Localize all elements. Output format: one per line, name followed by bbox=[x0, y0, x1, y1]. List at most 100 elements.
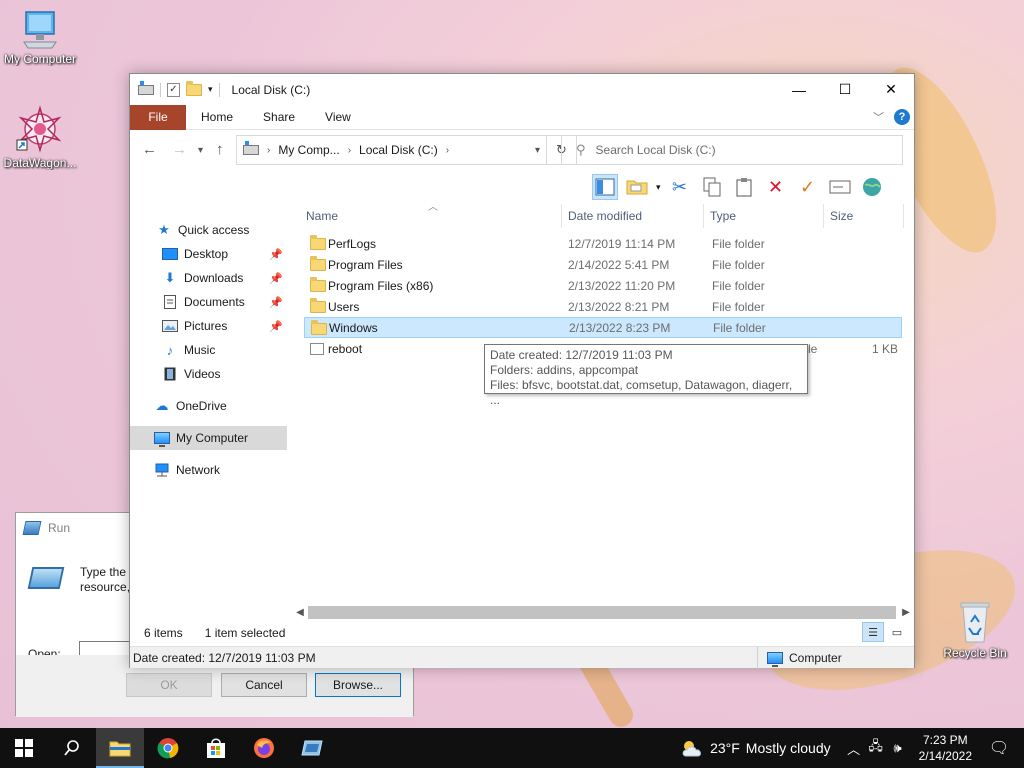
start-button[interactable] bbox=[0, 728, 48, 768]
preview-pane-icon[interactable] bbox=[592, 174, 618, 200]
sidebar-item-label: Documents bbox=[184, 295, 245, 309]
pin-icon[interactable]: 📌 bbox=[269, 248, 283, 261]
chevron-up-icon[interactable]: ︿ bbox=[843, 739, 865, 758]
view-buttons: ☰ ▭ bbox=[862, 622, 908, 642]
search-input[interactable]: ⚲ Search Local Disk (C:) bbox=[561, 135, 903, 165]
sidebar-item-music[interactable]: ♪ Music bbox=[130, 338, 287, 362]
rename-icon[interactable] bbox=[827, 174, 853, 200]
customize-toolbar-icon[interactable]: ▾ bbox=[208, 84, 213, 95]
pin-icon[interactable]: 📌 bbox=[269, 296, 283, 309]
breadcrumb-segment[interactable]: Local Disk (C:) bbox=[359, 143, 438, 157]
new-folder-icon[interactable] bbox=[186, 80, 202, 96]
sidebar-item-my-computer[interactable]: My Computer bbox=[130, 426, 287, 450]
sidebar-item-desktop[interactable]: Desktop 📌 bbox=[130, 242, 287, 266]
toolbar-separator bbox=[218, 82, 220, 97]
sidebar-item-downloads[interactable]: ⬇ Downloads 📌 bbox=[130, 266, 287, 290]
scrollbar-thumb[interactable] bbox=[308, 606, 896, 619]
file-row-selected[interactable]: Windows 2/13/2022 8:23 PM File folder bbox=[304, 317, 902, 338]
delete-icon[interactable]: ✕ bbox=[763, 174, 789, 200]
search-button[interactable] bbox=[48, 728, 96, 768]
pin-icon[interactable]: 📌 bbox=[269, 320, 283, 333]
recent-locations-icon[interactable]: ▾ bbox=[198, 145, 203, 156]
horizontal-scrollbar[interactable]: ◀ ▶ bbox=[292, 604, 914, 621]
pictures-icon bbox=[162, 319, 178, 333]
check-icon[interactable]: ✓ bbox=[795, 174, 821, 200]
help-icon[interactable]: ? bbox=[894, 109, 910, 125]
sidebar-item-pictures[interactable]: Pictures 📌 bbox=[130, 314, 287, 338]
network-tray-icon[interactable]: 🖧 bbox=[865, 737, 887, 759]
videos-icon bbox=[162, 367, 178, 381]
sidebar-item-onedrive[interactable]: ☁ OneDrive bbox=[130, 394, 287, 418]
paste-icon[interactable] bbox=[731, 174, 757, 200]
taskbar-store[interactable] bbox=[192, 728, 240, 768]
ok-button[interactable]: OK bbox=[126, 673, 212, 697]
cut-icon[interactable]: ✂ bbox=[667, 174, 693, 200]
scroll-right-icon[interactable]: ▶ bbox=[898, 604, 914, 621]
back-icon[interactable]: ← bbox=[142, 141, 157, 158]
notifications-icon[interactable]: 🗨 bbox=[988, 738, 1010, 758]
taskbar-firefox[interactable] bbox=[240, 728, 288, 768]
clock[interactable]: 7:23 PM 2/14/2022 bbox=[919, 732, 972, 764]
maximize-button[interactable]: ☐ bbox=[822, 74, 868, 105]
file-name: reboot bbox=[328, 341, 363, 356]
cancel-button[interactable]: Cancel bbox=[221, 673, 307, 697]
weather-widget[interactable]: 23°F Mostly cloudy bbox=[680, 738, 831, 758]
file-name: Users bbox=[328, 299, 360, 314]
up-icon[interactable]: ↑ bbox=[216, 141, 224, 158]
desktop-icon-recycle-bin[interactable]: Recycle Bin bbox=[935, 600, 1015, 660]
folder-tooltip: Date created: 12/7/2019 11:03 PM Folders… bbox=[484, 344, 808, 407]
scroll-left-icon[interactable]: ◀ bbox=[292, 604, 308, 621]
chevron-right-icon[interactable]: › bbox=[267, 145, 270, 156]
chevron-down-icon[interactable]: ▾ bbox=[535, 145, 540, 156]
file-explorer-window: ✓ ▾ Local Disk (C:) — ☐ ✕ File Home Shar… bbox=[129, 73, 915, 669]
taskbar-chrome[interactable] bbox=[144, 728, 192, 768]
minimize-button[interactable]: — bbox=[776, 74, 822, 105]
file-row[interactable]: PerfLogs 12/7/2019 11:14 PM File folder bbox=[304, 233, 902, 254]
breadcrumb-segment[interactable]: My Comp... bbox=[278, 143, 339, 157]
desktop-icon-datawagon[interactable]: DataWagon... bbox=[0, 104, 80, 170]
file-date: 2/14/2022 5:41 PM bbox=[568, 257, 670, 272]
column-header-date-modified[interactable]: Date modified bbox=[562, 204, 704, 228]
file-row[interactable]: Program Files (x86) 2/13/2022 11:20 PM F… bbox=[304, 275, 902, 296]
taskbar-file-explorer[interactable] bbox=[96, 728, 144, 768]
browse-button[interactable]: Browse... bbox=[315, 673, 401, 697]
desktop-icon-my-computer[interactable]: My Computer bbox=[0, 10, 80, 66]
forward-icon[interactable]: → bbox=[172, 141, 187, 158]
large-icons-view-icon[interactable]: ▭ bbox=[886, 622, 908, 642]
expand-ribbon-icon[interactable]: ﹀ bbox=[873, 109, 884, 125]
copy-icon[interactable] bbox=[699, 174, 725, 200]
address-bar[interactable]: › My Comp... › Local Disk (C:) › ▾ bbox=[236, 135, 547, 165]
tab-view[interactable]: View bbox=[310, 105, 366, 130]
chrome-icon bbox=[157, 738, 179, 759]
sidebar-item-documents[interactable]: Documents 📌 bbox=[130, 290, 287, 314]
column-header-type[interactable]: Type bbox=[704, 204, 824, 228]
file-row[interactable]: Users 2/13/2022 8:21 PM File folder bbox=[304, 296, 902, 317]
run-dialog-title: Run bbox=[48, 521, 71, 535]
details-view-icon[interactable]: ☰ bbox=[862, 622, 884, 642]
pin-icon[interactable]: 📌 bbox=[269, 272, 283, 285]
music-icon: ♪ bbox=[166, 342, 174, 358]
tab-home[interactable]: Home bbox=[186, 105, 248, 130]
taskbar-run[interactable] bbox=[288, 728, 336, 768]
properties-icon[interactable]: ✓ bbox=[167, 82, 180, 97]
layout-icon[interactable] bbox=[624, 174, 650, 200]
sidebar-item-network[interactable]: Network bbox=[130, 458, 287, 482]
explorer-titlebar[interactable]: ✓ ▾ Local Disk (C:) — ☐ ✕ bbox=[130, 74, 914, 105]
tab-file[interactable]: File bbox=[130, 104, 186, 130]
sidebar-item-videos[interactable]: Videos bbox=[130, 362, 287, 386]
sidebar-item-quick-access[interactable]: ★ Quick access bbox=[130, 218, 287, 242]
chevron-right-icon[interactable]: › bbox=[446, 145, 449, 156]
volume-icon[interactable]: 🕪 bbox=[887, 740, 909, 756]
tooltip-line: Files: bfsvc, bootstat.dat, comsetup, Da… bbox=[490, 378, 793, 407]
status-bar: 6 items 1 item selected bbox=[130, 622, 914, 644]
column-header-size[interactable]: Size bbox=[824, 204, 904, 228]
globe-icon[interactable] bbox=[859, 174, 885, 200]
file-size: 1 KB bbox=[871, 341, 898, 356]
column-header-name[interactable]: Name bbox=[300, 204, 562, 228]
details-bar: Date created: 12/7/2019 11:03 PM Compute… bbox=[130, 646, 914, 669]
tab-share[interactable]: Share bbox=[248, 105, 310, 130]
close-button[interactable]: ✕ bbox=[868, 74, 914, 105]
file-row[interactable]: Program Files 2/14/2022 5:41 PM File fol… bbox=[304, 254, 902, 275]
chevron-right-icon[interactable]: › bbox=[348, 145, 351, 156]
chevron-down-icon[interactable]: ▾ bbox=[656, 182, 661, 193]
